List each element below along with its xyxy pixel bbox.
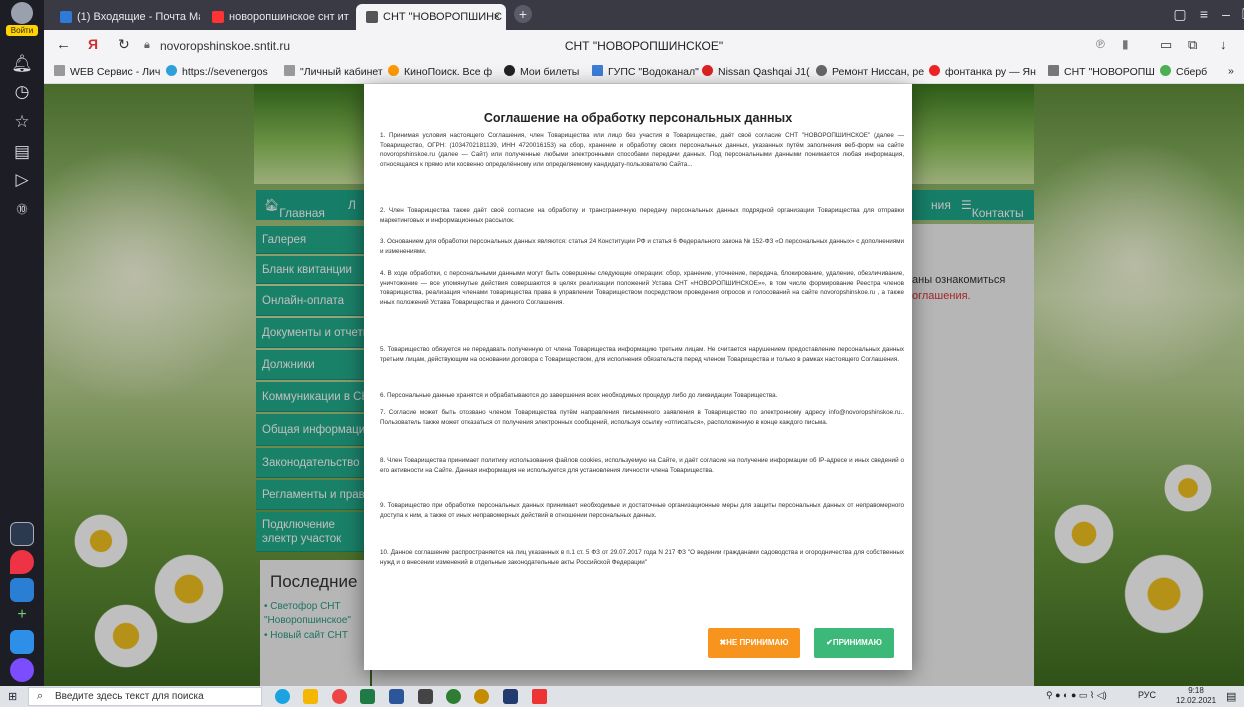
bookmark-item[interactable]: https://sevenergos: [166, 65, 268, 78]
login-button[interactable]: Войти: [6, 2, 38, 38]
translate-icon[interactable]: ℗: [1096, 37, 1105, 51]
sber-icon: [1160, 65, 1171, 76]
tab-label: новоропшинское снт ит: [229, 11, 349, 23]
play-icon[interactable]: ▷: [8, 166, 36, 194]
language-indicator[interactable]: РУС: [1138, 690, 1156, 700]
bookmark-item[interactable]: СНТ "НОВОРОПШ: [1048, 65, 1155, 78]
login-label: Войти: [6, 25, 38, 36]
decline-button[interactable]: ✖НЕ ПРИНИМАЮ: [708, 628, 800, 658]
yandex-icon: [212, 11, 224, 24]
tray-icons[interactable]: ⚲ ● ◐ ● ▭ ⌇ ◁): [1046, 690, 1107, 701]
url-field[interactable]: novoropshinskoe.sntit.ru: [160, 39, 290, 53]
avatar: [11, 2, 33, 24]
bookmark-icon[interactable]: ▮: [1122, 37, 1129, 51]
new-tab-icon[interactable]: +: [514, 5, 532, 23]
tab-bar: (1) Входящие - Почта Mai новоропшинское …: [44, 0, 1244, 30]
word-icon[interactable]: [389, 689, 404, 704]
cortana-icon[interactable]: [275, 689, 290, 704]
consent-paragraph: 10. Данное соглашение распространяется н…: [380, 549, 904, 566]
consent-paragraph: 4. В ходе обработки, с персональными дан…: [380, 270, 904, 306]
tab-mail[interactable]: (1) Входящие - Почта Mai: [50, 4, 200, 30]
back-icon[interactable]: ←: [56, 36, 71, 53]
close-tab-icon[interactable]: ×: [494, 4, 500, 30]
messenger-app-icon[interactable]: [10, 578, 34, 602]
menu-icon[interactable]: ≡: [1194, 6, 1214, 22]
tabs-list-icon[interactable]: ▢: [1170, 6, 1190, 23]
consent-paragraph: 1. Принимая условия настоящего Соглашени…: [380, 132, 904, 168]
add-app-icon[interactable]: +: [10, 604, 34, 628]
page-icon: [54, 65, 65, 76]
accept-button[interactable]: ✔ПРИНИМАЮ: [814, 628, 894, 658]
bookmark-item[interactable]: ГУПС "Водоканал": [592, 65, 699, 78]
bookmark-item[interactable]: Ремонт Ниссан, ре: [816, 65, 924, 78]
bell-icon[interactable]: 🔔︎: [8, 50, 36, 78]
bookmark-item[interactable]: "Личный кабинет: [284, 65, 383, 78]
water-icon: [592, 65, 603, 76]
search-icon: ⌕: [37, 690, 44, 702]
bookmark-item[interactable]: Nissan Qashqai J1(: [702, 65, 810, 78]
address-bar: ← Я ↻ 🔒︎ novoropshinskoe.sntit.ru СНТ "Н…: [44, 30, 1244, 62]
calculator-icon[interactable]: [418, 689, 433, 704]
consent-paragraph: 8. Член Товарищества принимает политику …: [380, 457, 904, 474]
bookmarks-bar: WEB Сервис - Лич https://sevenergos "Лич…: [44, 62, 1244, 84]
excel-icon[interactable]: [360, 689, 375, 704]
history-icon[interactable]: ◷: [8, 78, 36, 106]
ticket-icon: [504, 65, 515, 76]
download-icon[interactable]: ↓: [1220, 37, 1227, 52]
explorer-icon[interactable]: [303, 689, 318, 704]
bookmarks-more[interactable]: »: [1228, 65, 1234, 77]
counter-icon[interactable]: ⓾: [8, 196, 36, 224]
taskbar-search-input[interactable]: ⌕ Введите здесь текст для поиска: [28, 687, 262, 706]
bookmark-item[interactable]: Мои билеты: [504, 65, 579, 78]
consent-paragraph: 2. Член Товарищества также даёт своё сог…: [380, 207, 904, 224]
tab-label: (1) Входящие - Почта Mai: [77, 11, 200, 23]
alice-voice-icon[interactable]: [10, 658, 34, 682]
mail-icon: [60, 11, 72, 24]
globe-icon: [166, 65, 177, 76]
consent-paragraph: 9. Товарищество при обработке персональн…: [380, 502, 904, 519]
modal-title: Соглашение на обработку персональных дан…: [483, 111, 793, 125]
collections-icon[interactable]: ⧉: [1188, 37, 1197, 53]
bookmark-item[interactable]: WEB Сервис - Лич: [54, 65, 160, 78]
bookmark-item[interactable]: Сберб: [1160, 65, 1207, 78]
tab-label: СНТ "НОВОРОПШИНС: [383, 11, 503, 23]
yandex-icon: [929, 65, 940, 76]
app-icon[interactable]: [446, 689, 461, 704]
globe-icon: [816, 65, 827, 76]
lock-icon: 🔒︎: [144, 39, 150, 51]
windows-start-icon[interactable]: ⊞: [8, 690, 17, 703]
restore-icon[interactable]: ❐: [1238, 6, 1244, 23]
site-favicon: [1048, 65, 1059, 76]
chrome-icon[interactable]: [332, 689, 347, 704]
consent-paragraph: 7. Согласие может быть отозвано членом Т…: [380, 409, 904, 426]
bookmark-item[interactable]: КиноПоиск. Все ф: [388, 65, 492, 78]
tab-snt[interactable]: СНТ "НОВОРОПШИНС ×: [356, 4, 506, 30]
windows-taskbar: ⊞ ⌕ Введите здесь текст для поиска ⚲ ● ◐…: [0, 686, 1244, 707]
site-favicon: [366, 11, 378, 24]
tab-search[interactable]: новоропшинское снт ит: [202, 4, 352, 30]
battery-icon[interactable]: ▭: [1160, 37, 1172, 53]
media-app-icon[interactable]: [10, 630, 34, 654]
notifications-icon[interactable]: ▤: [1226, 690, 1236, 703]
yandex-browser-icon[interactable]: [532, 689, 547, 704]
notes-icon[interactable]: ▤: [8, 138, 36, 166]
app-icon[interactable]: [474, 689, 489, 704]
consent-paragraph: 5. Товарищество обязуется не передавать …: [380, 346, 904, 363]
drive-icon: [702, 65, 713, 76]
bookmark-item[interactable]: фонтанка ру — Ян: [929, 65, 1036, 78]
consent-paragraph: 3. Основанием для обработки персональных…: [380, 238, 904, 255]
reload-icon[interactable]: ↻: [118, 36, 130, 53]
consent-modal: Соглашение на обработку персональных дан…: [364, 84, 912, 670]
clock[interactable]: 9:18 12.02.2021: [1176, 686, 1216, 706]
kinopoisk-icon: [388, 65, 399, 76]
maps-app-icon[interactable]: [10, 550, 34, 574]
consent-paragraph: 6. Персональные данные хранятся и обраба…: [380, 392, 778, 399]
alice-app-icon[interactable]: [10, 522, 34, 546]
star-icon[interactable]: ☆: [8, 108, 36, 136]
app-icon[interactable]: [503, 689, 518, 704]
minimize-icon[interactable]: –: [1216, 6, 1236, 22]
page-icon: [284, 65, 295, 76]
browser-side-panel: Войти 🔔︎ ◷ ☆ ▤ ▷ ⓾ +: [0, 0, 44, 686]
yandex-logo-icon[interactable]: Я: [88, 36, 98, 52]
